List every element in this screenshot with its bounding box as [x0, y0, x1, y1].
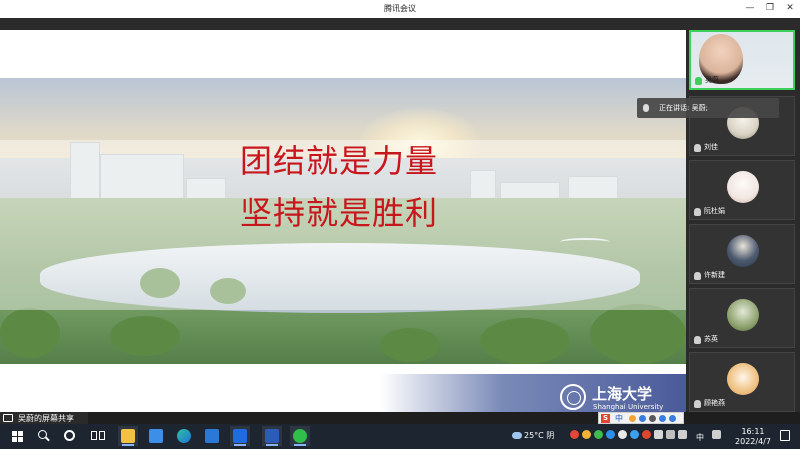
window-title: 腾讯会议 — [384, 4, 416, 13]
mic-on-icon — [695, 77, 702, 85]
task-view-icon[interactable] — [88, 427, 108, 446]
mic-icon — [643, 104, 649, 112]
avatar — [727, 171, 759, 203]
sogou-ime-icon: S — [601, 414, 610, 423]
tray-app-icon[interactable] — [630, 430, 639, 439]
search-icon[interactable] — [34, 427, 54, 446]
participant-name: 顾艳燕 — [704, 399, 725, 407]
participant-name: 吴蔚 — [705, 76, 719, 84]
weather-widget[interactable]: 25°C 阴 — [510, 426, 566, 446]
mic-icon — [694, 144, 701, 152]
taskbar: 25°C 阴 中 16:11 2022/4/7 — [0, 424, 800, 449]
participant-tile[interactable]: 吴蔚 — [689, 30, 795, 90]
avatar — [727, 363, 759, 395]
voice-icon[interactable] — [639, 415, 646, 422]
battery-icon[interactable] — [666, 430, 675, 439]
participant-tile[interactable]: 阮杜娟 — [689, 160, 795, 220]
volume-icon[interactable] — [678, 430, 687, 439]
cloud-icon — [512, 432, 522, 439]
ime-lang-indicator[interactable]: 中 — [696, 432, 704, 443]
title-bar: 腾讯会议 — ❐ ✕ — [0, 0, 800, 18]
participant-name: 苏英 — [704, 335, 718, 343]
participant-tile[interactable]: 顾艳燕 — [689, 352, 795, 412]
meeting-area: 团结就是力量 坚持就是胜利 上海大学 Shanghai University 吴… — [0, 18, 800, 412]
date-text: 2022/4/7 — [735, 437, 771, 446]
mic-icon — [694, 336, 701, 344]
wechat-icon[interactable] — [290, 426, 310, 446]
ime-mode[interactable]: 中 — [615, 413, 623, 424]
tray-sogou-icon[interactable] — [642, 430, 651, 439]
participant-name: 许新建 — [704, 271, 725, 279]
tray-app-icon[interactable] — [582, 430, 591, 439]
participant-name: 阮杜娟 — [704, 207, 725, 215]
speaking-indicator: 正在讲话: 吴蔚; — [637, 98, 779, 118]
keyboard-icon[interactable] — [649, 415, 656, 422]
tray-app-icon[interactable] — [570, 430, 579, 439]
avatar — [727, 299, 759, 331]
participant-name: 刘佳 — [704, 143, 718, 151]
slogan-line-2: 坚持就是胜利 — [240, 194, 439, 232]
close-button[interactable]: ✕ — [780, 0, 800, 18]
slogan-line-1: 团结就是力量 — [240, 142, 439, 180]
network-icon[interactable] — [654, 430, 663, 439]
clock[interactable]: 16:11 2022/4/7 — [733, 427, 773, 447]
tray-app-icon[interactable] — [618, 430, 627, 439]
mic-icon — [694, 400, 701, 408]
university-logo-en: Shanghai University — [593, 403, 664, 411]
university-emblem-icon — [560, 384, 586, 410]
weather-text: 25°C 阴 — [524, 431, 555, 440]
word-icon[interactable] — [262, 426, 282, 446]
shared-screen: 团结就是力量 坚持就是胜利 上海大学 Shanghai University — [0, 30, 686, 412]
participant-tile[interactable]: 苏英 — [689, 288, 795, 348]
participant-tile[interactable]: 许新建 — [689, 224, 795, 284]
ime-toolbar[interactable]: S 中 — [598, 412, 684, 424]
notification-icon[interactable] — [780, 430, 790, 441]
speaking-text: 正在讲话: 吴蔚; — [659, 104, 708, 112]
mail-icon[interactable] — [202, 426, 222, 446]
tools-icon[interactable] — [669, 415, 676, 422]
skin-icon[interactable] — [659, 415, 666, 422]
time-text: 16:11 — [741, 427, 765, 436]
minimize-button[interactable]: — — [740, 0, 760, 18]
microsoft-store-icon[interactable] — [146, 426, 166, 446]
restore-button[interactable]: ❐ — [760, 0, 780, 18]
mic-icon — [694, 272, 701, 280]
tray-app-icon[interactable] — [606, 430, 615, 439]
university-logo-cn: 上海大学 — [592, 385, 653, 403]
screen-share-label[interactable]: 吴蔚的屏幕共享 — [0, 412, 88, 424]
emoji-icon[interactable] — [629, 415, 636, 422]
window-controls: — ❐ ✕ — [740, 0, 800, 18]
tray-wechat-icon[interactable] — [594, 430, 603, 439]
tencent-meeting-icon[interactable] — [230, 426, 250, 446]
keyboard-layout-icon[interactable] — [712, 430, 721, 439]
screen-share-icon — [3, 414, 13, 422]
avatar — [727, 235, 759, 267]
screen-share-text: 吴蔚的屏幕共享 — [18, 414, 74, 423]
mic-icon — [694, 208, 701, 216]
start-button[interactable] — [8, 427, 28, 446]
file-explorer-icon[interactable] — [118, 426, 138, 446]
cortana-icon[interactable] — [60, 427, 80, 446]
edge-icon[interactable] — [174, 426, 194, 446]
